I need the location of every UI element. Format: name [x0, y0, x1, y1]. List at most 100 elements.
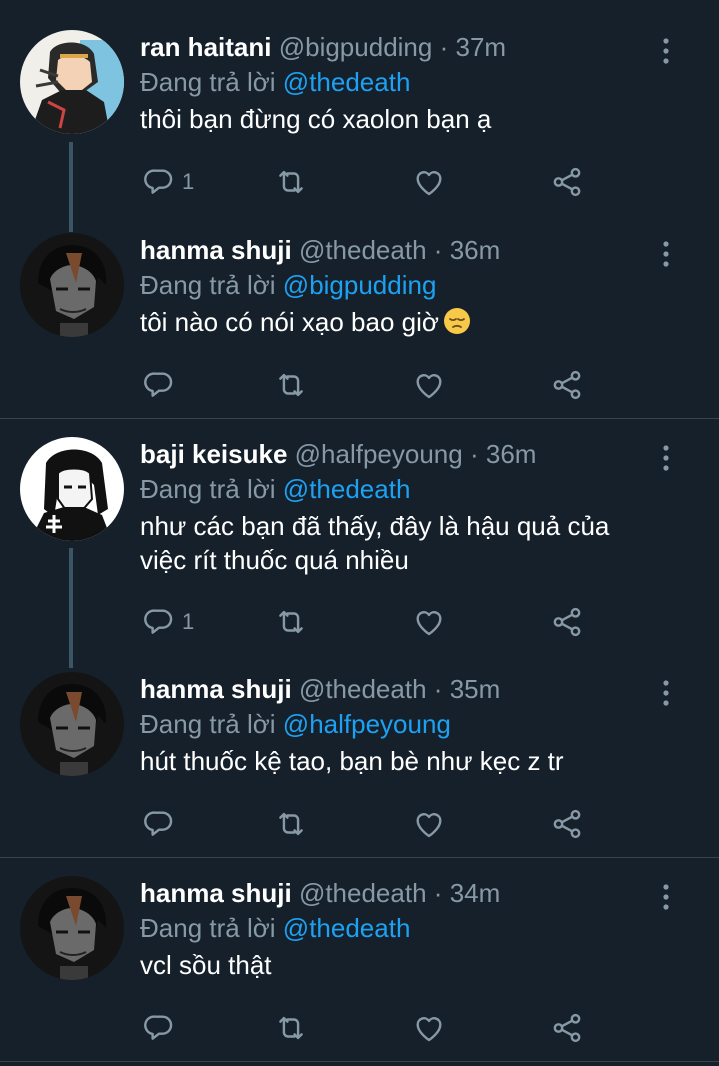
avatar[interactable]: [20, 876, 124, 980]
mention-link[interactable]: @halfpeyoung: [283, 709, 451, 739]
retweet-icon: [274, 1011, 308, 1045]
like-button[interactable]: [412, 806, 446, 842]
replying-to: Đang trả lời @thedeath: [140, 65, 410, 99]
retweet-icon: [274, 807, 308, 841]
tweet[interactable]: ran haitani @bigpudding · 37m Đang trả l…: [0, 30, 719, 210]
timestamp[interactable]: 35m: [450, 674, 501, 704]
share-button[interactable]: [550, 367, 584, 403]
tweet-actions: [140, 367, 600, 403]
timestamp[interactable]: 36m: [486, 439, 537, 469]
reply-button[interactable]: 1: [142, 604, 194, 640]
tweet[interactable]: hanma shuji @thedeath · 36m Đang trả lời…: [0, 233, 719, 413]
display-name[interactable]: baji keisuke: [140, 439, 287, 469]
like-button[interactable]: [412, 164, 446, 200]
more-options-button[interactable]: [654, 36, 678, 66]
reply-prefix: Đang trả lời: [140, 709, 276, 739]
tweet-actions: 1: [140, 604, 600, 640]
replying-to: Đang trả lời @thedeath: [140, 472, 410, 506]
display-name[interactable]: hanma shuji: [140, 674, 292, 704]
avatar[interactable]: [20, 672, 124, 776]
reply-count: 1: [182, 169, 195, 194]
share-button[interactable]: [550, 806, 584, 842]
share-icon: [550, 165, 584, 199]
reply-prefix: Đang trả lời: [140, 474, 276, 504]
more-vertical-icon: [654, 239, 678, 269]
heart-icon: [412, 1011, 446, 1045]
share-button[interactable]: [550, 1010, 584, 1046]
tweet-text: như các bạn đã thấy, đây là hậu quả của …: [140, 509, 680, 577]
like-button[interactable]: [412, 1010, 446, 1046]
share-icon: [550, 605, 584, 639]
more-vertical-icon: [654, 678, 678, 708]
share-button[interactable]: [550, 604, 584, 640]
retweet-button[interactable]: [274, 1010, 308, 1046]
like-button[interactable]: [412, 367, 446, 403]
handle[interactable]: @thedeath: [299, 235, 427, 265]
reply-button[interactable]: [142, 1010, 182, 1046]
reply-button[interactable]: [142, 367, 182, 403]
mention-link[interactable]: @thedeath: [283, 67, 411, 97]
avatar[interactable]: [20, 437, 124, 541]
mention-link[interactable]: @bigpudding: [283, 270, 437, 300]
reply-prefix: Đang trả lời: [140, 913, 276, 943]
reply-icon: [142, 368, 176, 402]
tweet-actions: [140, 806, 600, 842]
mention-link[interactable]: @thedeath: [283, 474, 411, 504]
tweet-header: hanma shuji @thedeath · 36m: [140, 233, 500, 267]
like-button[interactable]: [412, 604, 446, 640]
retweet-button[interactable]: [274, 806, 308, 842]
more-options-button[interactable]: [654, 239, 678, 269]
retweet-button[interactable]: [274, 164, 308, 200]
reply-button[interactable]: 1: [142, 164, 194, 200]
retweet-button[interactable]: [274, 367, 308, 403]
share-button[interactable]: [550, 164, 584, 200]
heart-icon: [412, 165, 446, 199]
tweet-actions: 1: [140, 164, 600, 200]
tweet-text-line: như các bạn đã thấy, đây là hậu quả của: [140, 511, 610, 541]
more-vertical-icon: [654, 36, 678, 66]
reply-button[interactable]: [142, 806, 182, 842]
heart-icon: [412, 605, 446, 639]
share-icon: [550, 807, 584, 841]
tweet-text: thôi bạn đừng có xaolon bạn ạ: [140, 104, 492, 134]
share-icon: [550, 1011, 584, 1045]
share-icon: [550, 368, 584, 402]
display-name[interactable]: hanma shuji: [140, 878, 292, 908]
avatar[interactable]: [20, 30, 124, 134]
timestamp[interactable]: 34m: [450, 878, 501, 908]
pensive-face-icon: [443, 307, 471, 335]
handle[interactable]: @thedeath: [299, 674, 427, 704]
timestamp[interactable]: 37m: [456, 32, 507, 62]
tweet[interactable]: baji keisuke @halfpeyoung · 36m Đang trả…: [0, 437, 719, 647]
separator: ·: [469, 439, 479, 469]
display-name[interactable]: ran haitani: [140, 32, 271, 62]
more-vertical-icon: [654, 882, 678, 912]
handle[interactable]: @halfpeyoung: [295, 439, 463, 469]
retweet-icon: [274, 368, 308, 402]
timestamp[interactable]: 36m: [450, 235, 501, 265]
display-name[interactable]: hanma shuji: [140, 235, 292, 265]
tweet[interactable]: hanma shuji @thedeath · 35m Đang trả lời…: [0, 672, 719, 852]
more-options-button[interactable]: [654, 443, 678, 473]
tweet-text-content: tôi nào có nói xạo bao giờ: [140, 307, 439, 337]
handle[interactable]: @thedeath: [299, 878, 427, 908]
replying-to: Đang trả lời @bigpudding: [140, 268, 436, 302]
more-options-button[interactable]: [654, 678, 678, 708]
replying-to: Đang trả lời @halfpeyoung: [140, 707, 451, 741]
retweet-button[interactable]: [274, 604, 308, 640]
divider: [0, 418, 719, 419]
more-vertical-icon: [654, 443, 678, 473]
tweet[interactable]: hanma shuji @thedeath · 34m Đang trả lời…: [0, 876, 719, 1056]
retweet-icon: [274, 605, 308, 639]
tweet-text: tôi nào có nói xạo bao giờ: [140, 305, 680, 339]
more-options-button[interactable]: [654, 882, 678, 912]
avatar[interactable]: [20, 233, 124, 337]
separator: ·: [433, 235, 443, 265]
reply-icon: [142, 165, 176, 199]
reply-icon: [142, 1011, 176, 1045]
mention-link[interactable]: @thedeath: [283, 913, 411, 943]
replying-to: Đang trả lời @thedeath: [140, 911, 410, 945]
tweet-header: ran haitani @bigpudding · 37m: [140, 30, 506, 64]
reply-icon: [142, 605, 176, 639]
handle[interactable]: @bigpudding: [279, 32, 433, 62]
